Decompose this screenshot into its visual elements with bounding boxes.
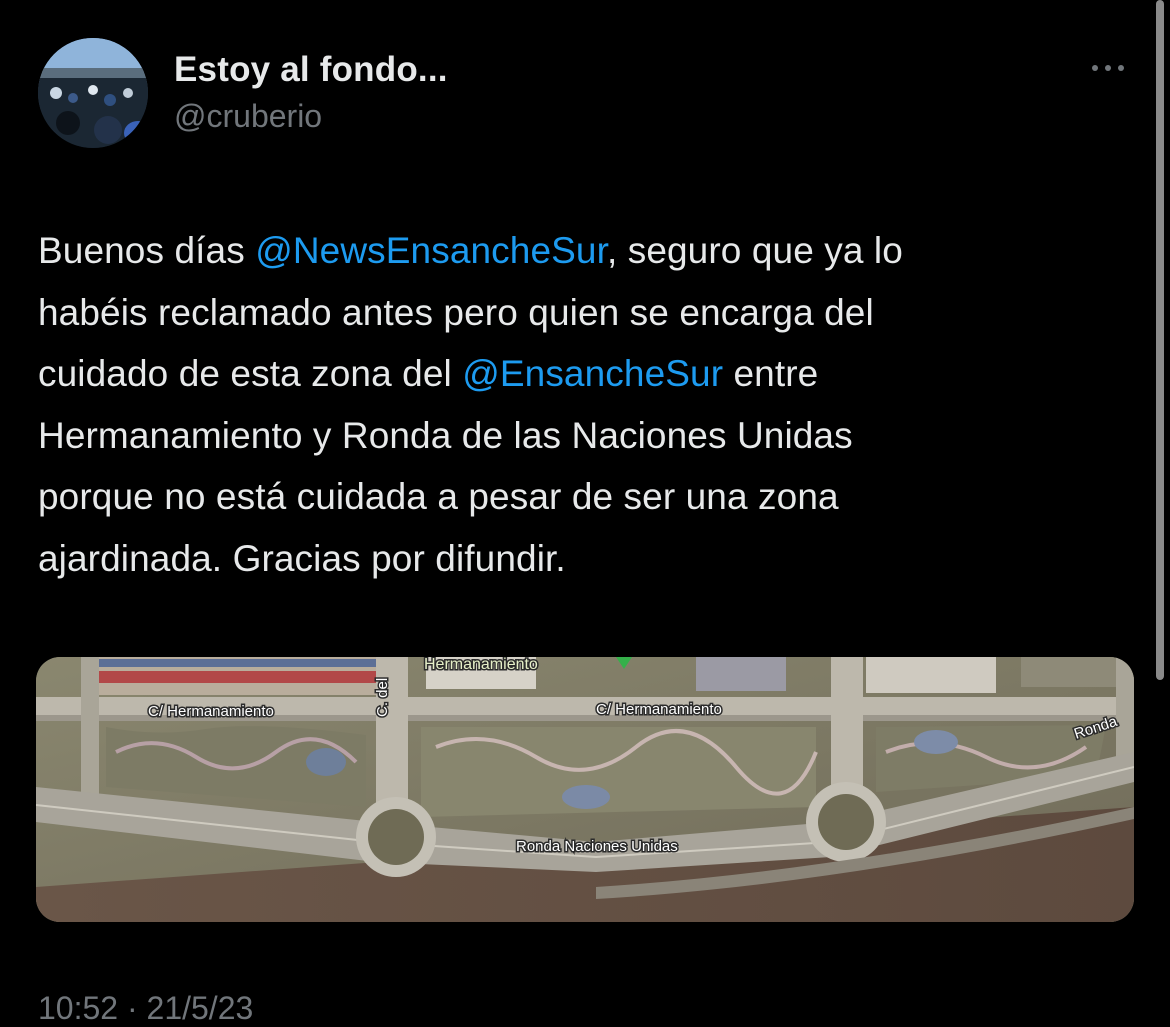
- map-label-street-right: C/ Hermanamiento: [596, 701, 722, 718]
- tweet-line-5: porque no está cuidada a pesar de ser un…: [38, 476, 839, 517]
- tweet-text-segment: Buenos días: [38, 230, 256, 271]
- author-avatar[interactable]: [38, 38, 148, 148]
- tweet-text: Buenos días @NewsEnsancheSur, seguro que…: [38, 220, 1098, 589]
- mention-link-ensanchesur[interactable]: @EnsancheSur: [462, 353, 723, 394]
- tweet-timestamp[interactable]: 10:52 · 21/5/23: [38, 990, 253, 1027]
- more-horizontal-icon[interactable]: [1086, 56, 1130, 80]
- tweet-line-3: cuidado de esta zona del @EnsancheSur en…: [38, 343, 1098, 405]
- satellite-map-image: Hermanamiento C/ Hermanamiento C/ Herman…: [36, 657, 1134, 922]
- map-label-hermanamiento: Hermanamiento: [424, 657, 538, 673]
- profile-photo-stadium-icon: [38, 38, 148, 148]
- tweet-text-segment: cuidado de esta zona del: [38, 353, 463, 394]
- tweet-line-4: Hermanamiento y Ronda de las Naciones Un…: [38, 414, 853, 456]
- author-handle[interactable]: @cruberio: [174, 98, 322, 135]
- author-name[interactable]: Estoy al fondo...: [174, 50, 448, 90]
- map-label-street-vertical: C. del: [374, 678, 391, 717]
- tweet-line-6: ajardinada. Gracias por difundir.: [38, 537, 566, 579]
- tweet-text-segment: entre: [723, 353, 819, 394]
- tweet-line-1: Buenos días @NewsEnsancheSur, seguro que…: [38, 220, 1098, 282]
- mention-link-newsensanchesur[interactable]: @NewsEnsancheSur: [255, 230, 607, 271]
- tweet-line-2: habéis reclamado antes pero quien se enc…: [38, 291, 874, 333]
- tweet-media-map[interactable]: Hermanamiento C/ Hermanamiento C/ Herman…: [36, 657, 1134, 922]
- scrollbar[interactable]: [1156, 0, 1164, 680]
- map-label-ronda-main: Ronda Naciones Unidas: [516, 838, 678, 855]
- map-label-street-left: C/ Hermanamiento: [148, 703, 274, 720]
- tweet-text-segment: , seguro que ya lo: [606, 230, 903, 271]
